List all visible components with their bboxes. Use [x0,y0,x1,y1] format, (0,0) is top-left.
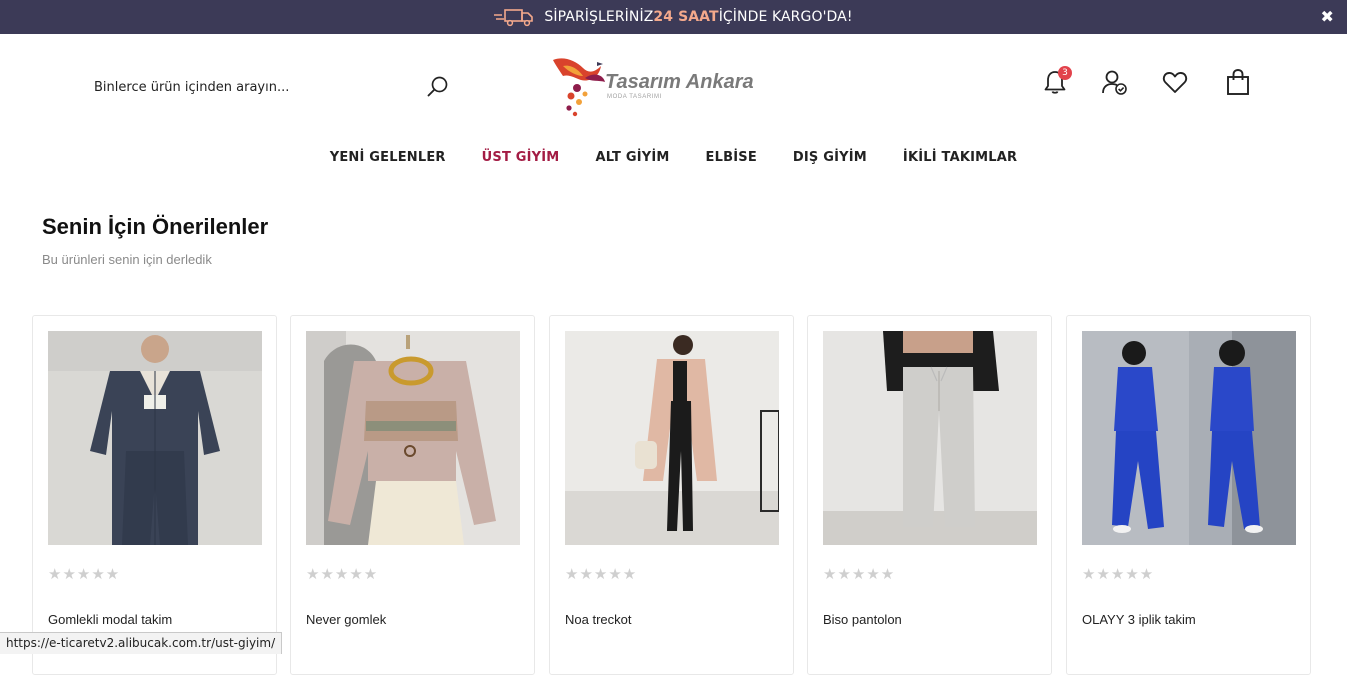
section-title: Senin İçin Önerilenler [42,214,269,239]
notification-button[interactable]: 3 [1040,66,1072,100]
account-button[interactable] [1099,68,1129,100]
announcement-highlight: 24 SAAT [653,9,719,25]
product-image[interactable] [823,331,1037,545]
product-image[interactable] [565,331,779,545]
notification-badge: 3 [1058,66,1072,80]
rating-stars: ★★★★★ [823,565,896,583]
status-url: https://e-ticaretv2.alibucak.com.tr/ust-… [0,632,283,654]
product-card[interactable]: ★★★★★ Never gomlek [290,315,535,675]
product-card[interactable]: ★★★★★ OLAYY 3 iplik takim [1066,315,1311,675]
close-icon[interactable]: ✖ [1320,7,1334,26]
nav-item-alt-giyim[interactable]: ALT GİYİM [595,150,669,172]
nav-item-dis-giyim[interactable]: DIŞ GİYİM [793,150,867,172]
announcement-bar: SİPARİŞLERİNİZ 24 SAAT İÇİNDE KARGO'DA! … [0,0,1347,34]
product-name[interactable]: Never gomlek [306,612,386,627]
announcement-suffix: İÇİNDE KARGO'DA! [718,9,853,25]
rating-stars: ★★★★★ [306,565,379,583]
search-input[interactable] [94,79,414,95]
nav-item-ust-giyim[interactable]: ÜST GİYİM [482,150,560,172]
rating-stars: ★★★★★ [48,565,121,583]
product-image[interactable] [48,331,262,545]
heart-icon [1161,68,1189,101]
product-card[interactable]: ★★★★★ Biso pantolon [807,315,1052,675]
user-check-icon [1100,68,1128,101]
product-name[interactable]: Noa treckot [565,612,631,627]
product-name[interactable]: OLAYY 3 iplik takim [1082,612,1196,627]
logo-wordmark: Tasarım Ankara [605,71,754,93]
product-name[interactable]: Gomlekli modal takim [48,612,172,627]
site-logo[interactable]: Tasarım Ankara MODA TASARIMI [545,52,755,120]
product-image[interactable] [306,331,520,545]
nav-item-ikili-takimlar[interactable]: İKİLİ TAKIMLAR [903,150,1017,172]
cart-button[interactable] [1223,68,1253,100]
announcement-prefix: SİPARİŞLERİNİZ [544,9,654,25]
rating-stars: ★★★★★ [565,565,638,583]
main-nav: YENİ GELENLER ÜST GİYİM ALT GİYİM ELBİSE… [0,150,1347,172]
logo-tagline: MODA TASARIMI [607,94,662,100]
wishlist-button[interactable] [1160,68,1190,100]
product-image[interactable] [1082,331,1296,545]
shopping-bag-icon [1224,68,1252,101]
product-card[interactable]: ★★★★★ Noa treckot [549,315,794,675]
product-card[interactable]: ★★★★★ Gomlekli modal takim [32,315,277,675]
nav-item-yeni-gelenler[interactable]: YENİ GELENLER [330,150,446,172]
search-bar [94,72,454,102]
delivery-truck-icon [494,7,536,27]
nav-item-elbise[interactable]: ELBİSE [706,150,757,172]
product-name[interactable]: Biso pantolon [823,612,902,627]
search-icon[interactable] [426,75,450,99]
rating-stars: ★★★★★ [1082,565,1155,583]
section-subtitle: Bu ürünleri senin için derledik [42,252,212,267]
